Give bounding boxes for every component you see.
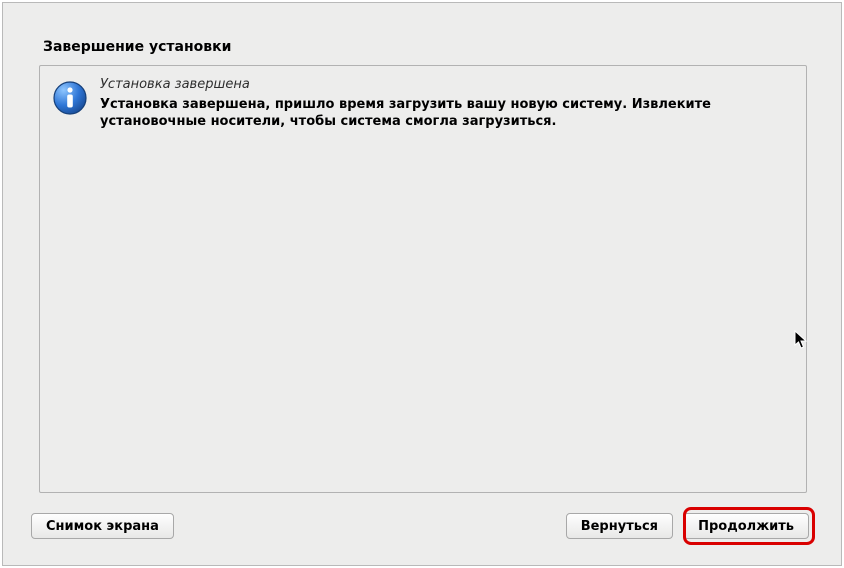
back-button[interactable]: Вернуться [566, 513, 673, 539]
info-text: Установка завершена Установка завершена,… [100, 76, 796, 131]
info-row: Установка завершена Установка завершена,… [50, 74, 796, 131]
page-title: Завершение установки [43, 39, 231, 55]
info-icon [52, 80, 88, 116]
info-body: Установка завершена, пришло время загруз… [100, 96, 796, 131]
screenshot-button[interactable]: Снимок экрана [31, 513, 174, 539]
continue-button[interactable]: Продолжить [683, 513, 809, 539]
installer-window: Завершение установки [2, 2, 842, 566]
content-panel: Установка завершена Установка завершена,… [39, 65, 807, 493]
button-bar: Снимок экрана Вернуться Продолжить [29, 509, 815, 539]
info-heading: Установка завершена [100, 76, 796, 94]
